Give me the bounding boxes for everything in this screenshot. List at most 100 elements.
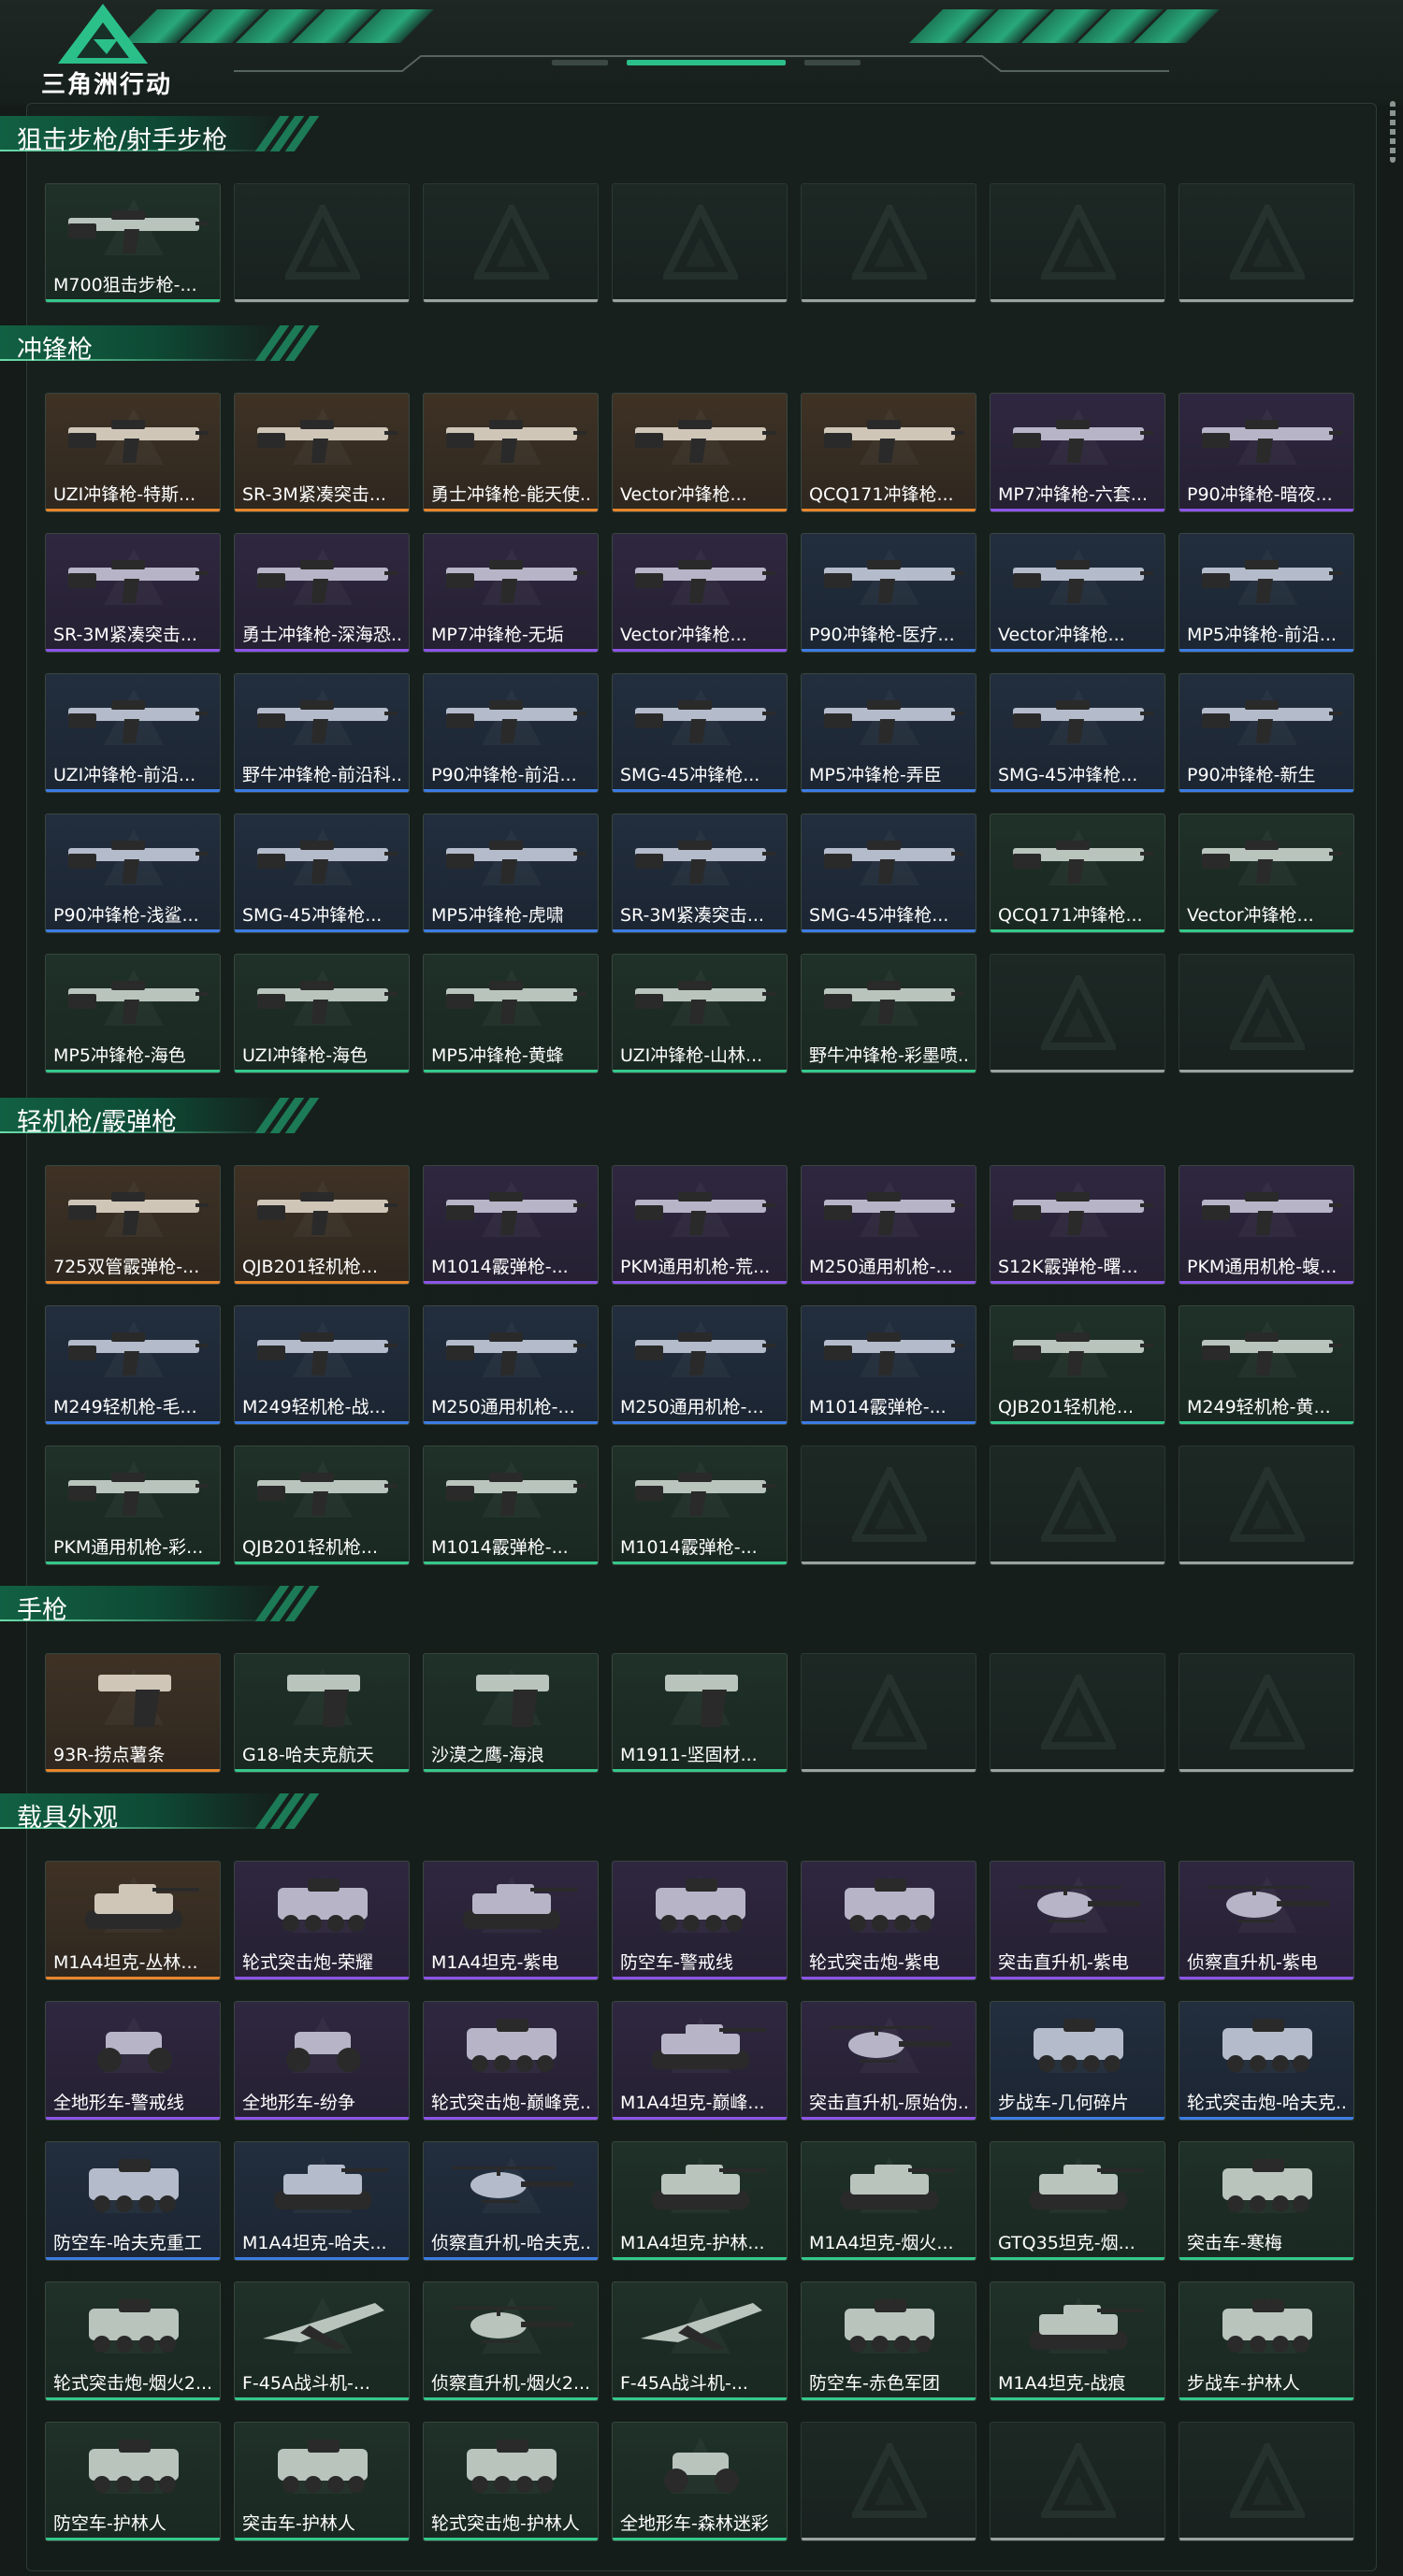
skin-card[interactable]: 轮式突击炮-紫电 <box>801 1861 976 1980</box>
skin-card[interactable]: P90冲锋枪-浅鲨... <box>45 813 221 933</box>
skin-card[interactable]: 突击直升机-紫电 <box>990 1861 1165 1980</box>
skin-card[interactable]: QCQ171冲锋枪... <box>801 393 976 512</box>
skin-card[interactable]: 防空车-赤色军团 <box>801 2281 976 2401</box>
empty-slot[interactable] <box>801 2422 976 2541</box>
skin-card[interactable]: Vector冲锋枪... <box>612 533 788 653</box>
skin-card[interactable]: F-45A战斗机-... <box>612 2281 788 2401</box>
skin-card[interactable]: M250通用机枪-... <box>612 1305 788 1425</box>
skin-card[interactable]: M1A4坦克-烟火... <box>801 2141 976 2261</box>
skin-card[interactable]: 野牛冲锋枪-前沿科... <box>234 673 410 793</box>
skin-card[interactable]: M700狙击步枪-... <box>45 183 221 303</box>
skin-card[interactable]: MP7冲锋枪-无垢 <box>423 533 599 653</box>
skin-card[interactable]: 突击车-寒梅 <box>1179 2141 1354 2261</box>
skin-card[interactable]: F-45A战斗机-... <box>234 2281 410 2401</box>
skin-card[interactable]: P90冲锋枪-医疗... <box>801 533 976 653</box>
empty-slot[interactable] <box>1179 2422 1354 2541</box>
skin-card[interactable]: 全地形车-森林迷彩 <box>612 2422 788 2541</box>
skin-card[interactable]: 轮式突击炮-护林人 <box>423 2422 599 2541</box>
skin-card[interactable]: PKM通用机枪-彩... <box>45 1446 221 1565</box>
skin-card[interactable]: 步战车-几何碎片 <box>990 2001 1165 2121</box>
skin-card[interactable]: SMG-45冲锋枪... <box>612 673 788 793</box>
skin-card[interactable]: 725双管霰弹枪-... <box>45 1165 221 1285</box>
skin-card[interactable]: UZI冲锋枪-山林... <box>612 954 788 1073</box>
empty-slot[interactable] <box>234 183 410 303</box>
empty-slot[interactable] <box>1179 1446 1354 1565</box>
skin-card[interactable]: 侦察直升机-烟火2... <box>423 2281 599 2401</box>
empty-slot[interactable] <box>1179 183 1354 303</box>
skin-card[interactable]: SMG-45冲锋枪... <box>801 813 976 933</box>
skin-card[interactable]: SMG-45冲锋枪... <box>234 813 410 933</box>
skin-card[interactable]: 突击直升机-原始伪... <box>801 2001 976 2121</box>
skin-card[interactable]: 轮式突击炮-巅峰竞... <box>423 2001 599 2121</box>
skin-card[interactable]: M1911-坚固材... <box>612 1653 788 1773</box>
skin-card[interactable]: 勇士冲锋枪-深海恐... <box>234 533 410 653</box>
skin-card[interactable]: 侦察直升机-哈夫克... <box>423 2141 599 2261</box>
skin-card[interactable]: 勇士冲锋枪-能天使... <box>423 393 599 512</box>
skin-card[interactable]: 防空车-警戒线 <box>612 1861 788 1980</box>
skin-card[interactable]: UZI冲锋枪-特斯... <box>45 393 221 512</box>
skin-card[interactable]: UZI冲锋枪-前沿... <box>45 673 221 793</box>
scrollbar-handle[interactable] <box>1390 101 1396 163</box>
empty-slot[interactable] <box>801 183 976 303</box>
skin-card[interactable]: QJB201轻机枪... <box>234 1446 410 1565</box>
skin-card[interactable]: P90冲锋枪-前沿... <box>423 673 599 793</box>
skin-card[interactable]: M1A4坦克-丛林... <box>45 1861 221 1980</box>
skin-card[interactable]: 步战车-护林人 <box>1179 2281 1354 2401</box>
skin-card[interactable]: M1014霰弹枪-... <box>423 1165 599 1285</box>
skin-card[interactable]: M250通用机枪-... <box>801 1165 976 1285</box>
skin-card[interactable]: UZI冲锋枪-海色 <box>234 954 410 1073</box>
skin-card[interactable]: MP5冲锋枪-弄臣 <box>801 673 976 793</box>
skin-card[interactable]: MP5冲锋枪-虎啸 <box>423 813 599 933</box>
skin-card[interactable]: MP7冲锋枪-六套... <box>990 393 1165 512</box>
skin-card[interactable]: 侦察直升机-紫电 <box>1179 1861 1354 1980</box>
skin-card[interactable]: SR-3M紧凑突击... <box>234 393 410 512</box>
empty-slot[interactable] <box>990 183 1165 303</box>
skin-card[interactable]: G18-哈夫克航天 <box>234 1653 410 1773</box>
skin-card[interactable]: 防空车-哈夫克重工 <box>45 2141 221 2261</box>
skin-card[interactable]: M1014霰弹枪-... <box>801 1305 976 1425</box>
skin-card[interactable]: MP5冲锋枪-黄蜂 <box>423 954 599 1073</box>
skin-card[interactable]: MP5冲锋枪-海色 <box>45 954 221 1073</box>
skin-card[interactable]: P90冲锋枪-新生 <box>1179 673 1354 793</box>
skin-card[interactable]: M249轻机枪-战... <box>234 1305 410 1425</box>
skin-card[interactable]: Vector冲锋枪... <box>612 393 788 512</box>
skin-card[interactable]: Vector冲锋枪... <box>990 533 1165 653</box>
skin-card[interactable]: M1A4坦克-战痕 <box>990 2281 1165 2401</box>
skin-card[interactable]: M249轻机枪-黄... <box>1179 1305 1354 1425</box>
skin-card[interactable]: M1A4坦克-紫电 <box>423 1861 599 1980</box>
skin-card[interactable]: SR-3M紧凑突击... <box>612 813 788 933</box>
empty-slot[interactable] <box>990 1446 1165 1565</box>
empty-slot[interactable] <box>990 954 1165 1073</box>
skin-card[interactable]: 全地形车-警戒线 <box>45 2001 221 2121</box>
skin-card[interactable]: P90冲锋枪-暗夜... <box>1179 393 1354 512</box>
empty-slot[interactable] <box>1179 954 1354 1073</box>
empty-slot[interactable] <box>1179 1653 1354 1773</box>
skin-card[interactable]: M250通用机枪-... <box>423 1305 599 1425</box>
skin-card[interactable]: QJB201轻机枪... <box>234 1165 410 1285</box>
skin-card[interactable]: Vector冲锋枪... <box>1179 813 1354 933</box>
skin-card[interactable]: M1014霰弹枪-... <box>612 1446 788 1565</box>
skin-card[interactable]: GTQ35坦克-烟... <box>990 2141 1165 2261</box>
skin-card[interactable]: M1A4坦克-巅峰... <box>612 2001 788 2121</box>
skin-card[interactable]: M1A4坦克-护林... <box>612 2141 788 2261</box>
skin-card[interactable]: QJB201轻机枪... <box>990 1305 1165 1425</box>
skin-card[interactable]: MP5冲锋枪-前沿... <box>1179 533 1354 653</box>
skin-card[interactable]: M249轻机枪-毛... <box>45 1305 221 1425</box>
skin-card[interactable]: 轮式突击炮-荣耀 <box>234 1861 410 1980</box>
skin-card[interactable]: M1A4坦克-哈夫... <box>234 2141 410 2261</box>
skin-card[interactable]: PKM通用机枪-荒... <box>612 1165 788 1285</box>
empty-slot[interactable] <box>990 2422 1165 2541</box>
skin-card[interactable]: SMG-45冲锋枪... <box>990 673 1165 793</box>
empty-slot[interactable] <box>612 183 788 303</box>
empty-slot[interactable] <box>801 1653 976 1773</box>
empty-slot[interactable] <box>423 183 599 303</box>
skin-card[interactable]: S12K霰弹枪-曙... <box>990 1165 1165 1285</box>
empty-slot[interactable] <box>801 1446 976 1565</box>
skin-card[interactable]: M1014霰弹枪-... <box>423 1446 599 1565</box>
skin-card[interactable]: 野牛冲锋枪-彩墨喷... <box>801 954 976 1073</box>
skin-card[interactable]: 全地形车-纷争 <box>234 2001 410 2121</box>
skin-card[interactable]: PKM通用机枪-蝮... <box>1179 1165 1354 1285</box>
skin-card[interactable]: QCQ171冲锋枪... <box>990 813 1165 933</box>
empty-slot[interactable] <box>990 1653 1165 1773</box>
skin-card[interactable]: 突击车-护林人 <box>234 2422 410 2541</box>
